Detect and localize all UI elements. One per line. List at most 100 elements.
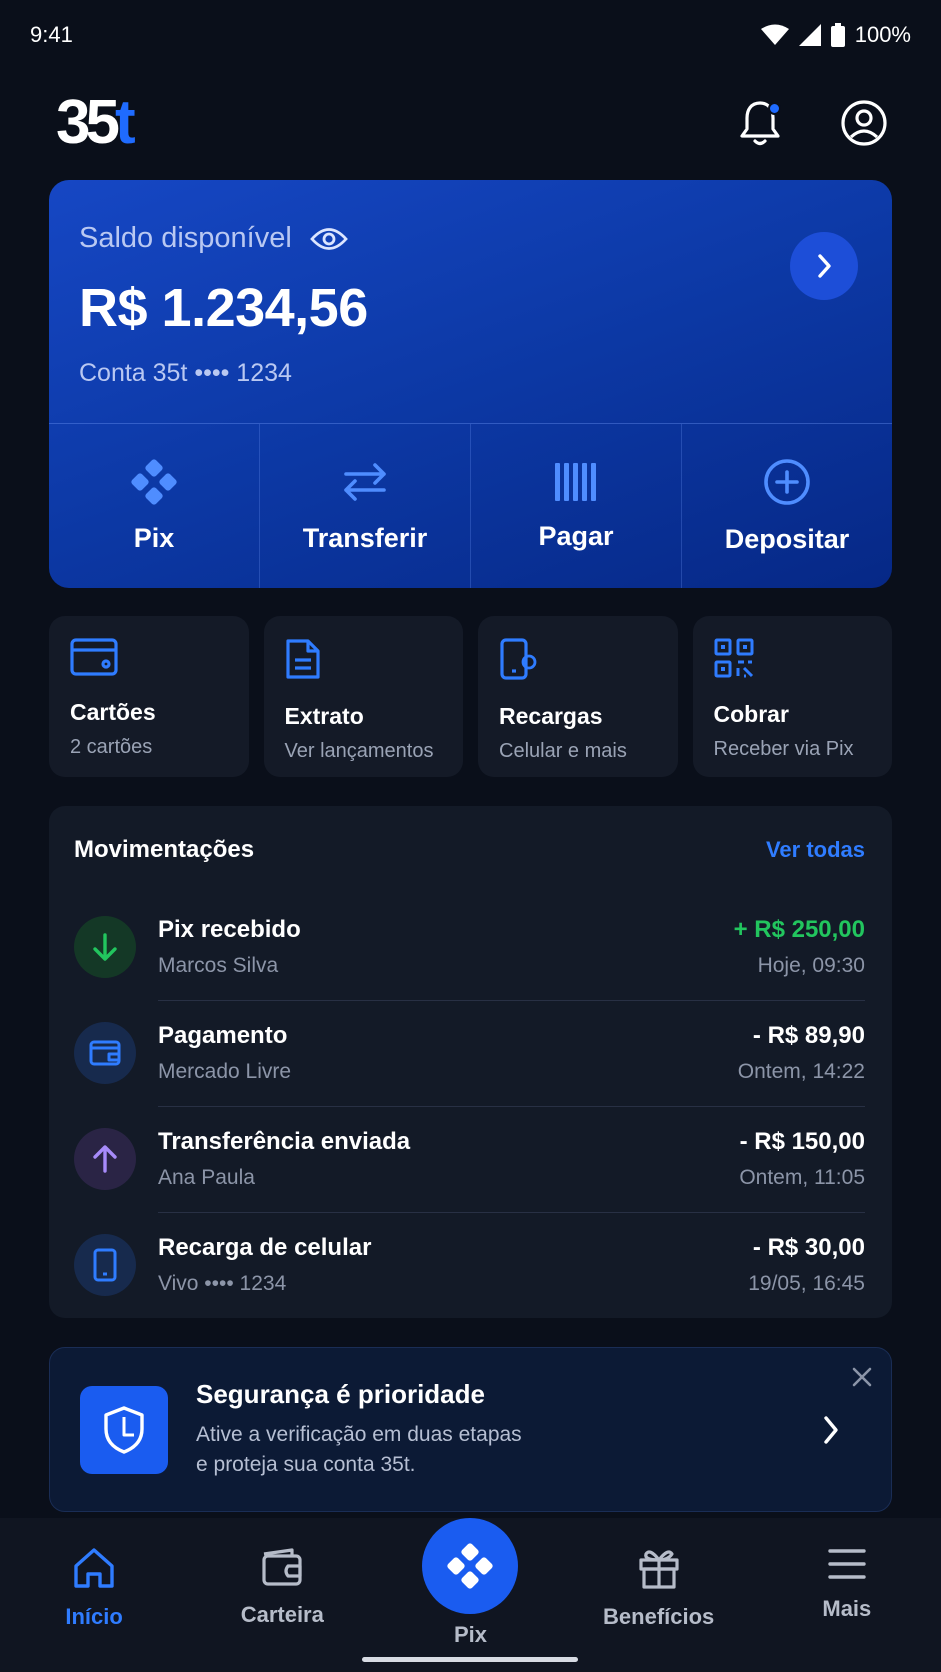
battery-icon [830,23,845,47]
phone-recharge-icon [500,638,537,680]
transaction-date: Ontem, 11:05 [739,1166,865,1189]
balance-label-row: Saldo disponível [79,222,862,255]
nav-label: Pix [453,1622,487,1647]
gift-icon [639,1550,679,1589]
nav-item-pix[interactable]: Pix [395,1518,545,1648]
quick-action-pay[interactable]: Pagar [471,424,682,588]
nav-label: Carteira [240,1602,324,1627]
nav-item-home[interactable]: Início [19,1546,169,1630]
shortcut-title: Cobrar [713,701,789,727]
transaction-amount: - R$ 30,00 [752,1234,865,1261]
transactions-title: Movimentações [74,836,255,863]
nav-item-more[interactable]: Mais [772,1546,922,1622]
see-all-link[interactable]: Ver todas [766,837,865,863]
transaction-meta: + R$ 250,00 Hoje, 09:30 [734,916,865,978]
quick-action-deposit[interactable]: Depositar [682,424,892,588]
transaction-detail: Mercado Livre [158,1060,292,1083]
transaction-icon [74,1022,136,1084]
header-actions [733,96,891,150]
nav-label: Mais [822,1596,872,1621]
shortcuts-row: Cartões 2 cartões Extrato Ver lançamento… [49,616,892,777]
balance-label: Saldo disponível [79,222,292,254]
quick-action-pix[interactable]: Pix [49,424,260,588]
status-indicators: 100% [760,22,911,48]
shortcut-cards[interactable]: Cartões 2 cartões [49,616,249,777]
close-icon[interactable] [851,1366,873,1388]
transactions-panel: Movimentações Ver todas Pix recebido Mar… [49,806,892,1318]
pix-icon [447,1543,494,1589]
logo-accent: t [114,87,136,157]
nav-label: Benefícios [603,1604,715,1629]
pix-fab[interactable] [422,1518,519,1614]
transaction-icon [74,1128,136,1190]
transaction-detail: Vivo •••• 1234 [158,1272,287,1295]
nav-item-wallet[interactable]: Carteira [207,1546,357,1628]
security-line-1: Ative a verificação em duas etapas [196,1422,522,1446]
arrow-up-icon [93,1145,117,1173]
transaction-name: Pagamento [158,1022,288,1049]
security-banner[interactable]: Segurança é prioridade Ative a verificaç… [49,1347,892,1512]
chevron-right-icon [818,254,831,278]
notifications-button[interactable] [733,96,787,150]
notification-dot [768,101,781,115]
transaction-date: Ontem, 14:22 [737,1060,865,1083]
transaction-row[interactable]: Pagamento Mercado Livre - R$ 89,90 Ontem… [74,1000,865,1106]
account-number: Conta 35t •••• 1234 [79,359,292,387]
transaction-date: 19/05, 16:45 [748,1272,865,1295]
home-icon [74,1548,114,1588]
transaction-info: Pix recebido Marcos Silva [158,916,734,978]
barcode-icon [555,462,596,501]
user-circle-icon [841,99,887,146]
transaction-amount: + R$ 250,00 [733,916,865,943]
transaction-info: Recarga de celular Vivo •••• 1234 [158,1234,748,1296]
security-body: Ative a verificação em duas etapas e pro… [196,1420,821,1481]
shortcut-subtitle: Celular e mais [499,740,627,762]
chevron-right-icon[interactable] [821,1414,841,1446]
arrow-down-icon [93,933,117,961]
home-indicator [362,1657,578,1662]
balance-summary: Saldo disponível R$ 1.234,56 Conta 35t •… [49,180,892,423]
signal-icon [798,24,821,46]
shield-badge [80,1385,168,1474]
wallet-icon [262,1548,302,1586]
security-line-2: e proteja sua conta 35t. [196,1453,416,1476]
shortcut-charge[interactable]: Cobrar Receber via Pix [692,616,892,777]
wallet-icon [89,1040,121,1066]
transaction-row[interactable]: Recarga de celular Vivo •••• 1234 - R$ 3… [74,1212,865,1318]
transaction-info: Pagamento Mercado Livre [158,1022,738,1084]
shortcut-subtitle: 2 cartões [70,736,153,758]
transaction-row[interactable]: Transferência enviada Ana Paula - R$ 150… [74,1106,865,1212]
transaction-name: Recarga de celular [158,1234,372,1261]
shortcut-statement[interactable]: Extrato Ver lançamentos [263,616,463,777]
plus-circle-icon [764,458,810,505]
security-text: Segurança é prioridade Ative a verificaç… [196,1379,821,1481]
security-title: Segurança é prioridade [196,1378,485,1409]
nav-item-benefits[interactable]: Benefícios [584,1546,734,1630]
transaction-row[interactable]: Pix recebido Marcos Silva + R$ 250,00 Ho… [74,894,865,1000]
shortcut-subtitle: Receber via Pix [713,738,854,760]
balance-details-button[interactable] [790,232,858,300]
profile-button[interactable] [837,96,891,150]
transaction-info: Transferência enviada Ana Paula [158,1128,739,1190]
app-logo[interactable]: 35t [56,91,136,154]
eye-icon[interactable] [309,226,348,252]
transaction-name: Transferência enviada [158,1128,411,1155]
transaction-meta: - R$ 30,00 19/05, 16:45 [748,1234,865,1296]
transaction-amount: - R$ 89,90 [752,1022,865,1049]
shortcut-recharges[interactable]: Recargas Celular e mais [478,616,678,777]
transaction-detail: Ana Paula [158,1166,255,1189]
shortcut-subtitle: Ver lançamentos [284,740,434,762]
transaction-amount: - R$ 150,00 [739,1128,865,1155]
quick-action-transfer[interactable]: Transferir [260,424,471,588]
shield-icon [104,1405,144,1454]
quick-actions: Pix Transferir Pagar Depositar [49,423,892,588]
bottom-nav: Início Carteira Pix Benefícios Mais [0,1518,941,1672]
card-icon [70,638,118,676]
quick-action-label: Pagar [538,520,614,551]
transaction-date: Hoje, 09:30 [757,954,865,977]
pix-icon [131,458,177,505]
phone-icon [93,1248,117,1282]
status-time: 9:41 [30,22,73,47]
battery-level: 100% [854,22,911,47]
document-icon [285,639,320,679]
